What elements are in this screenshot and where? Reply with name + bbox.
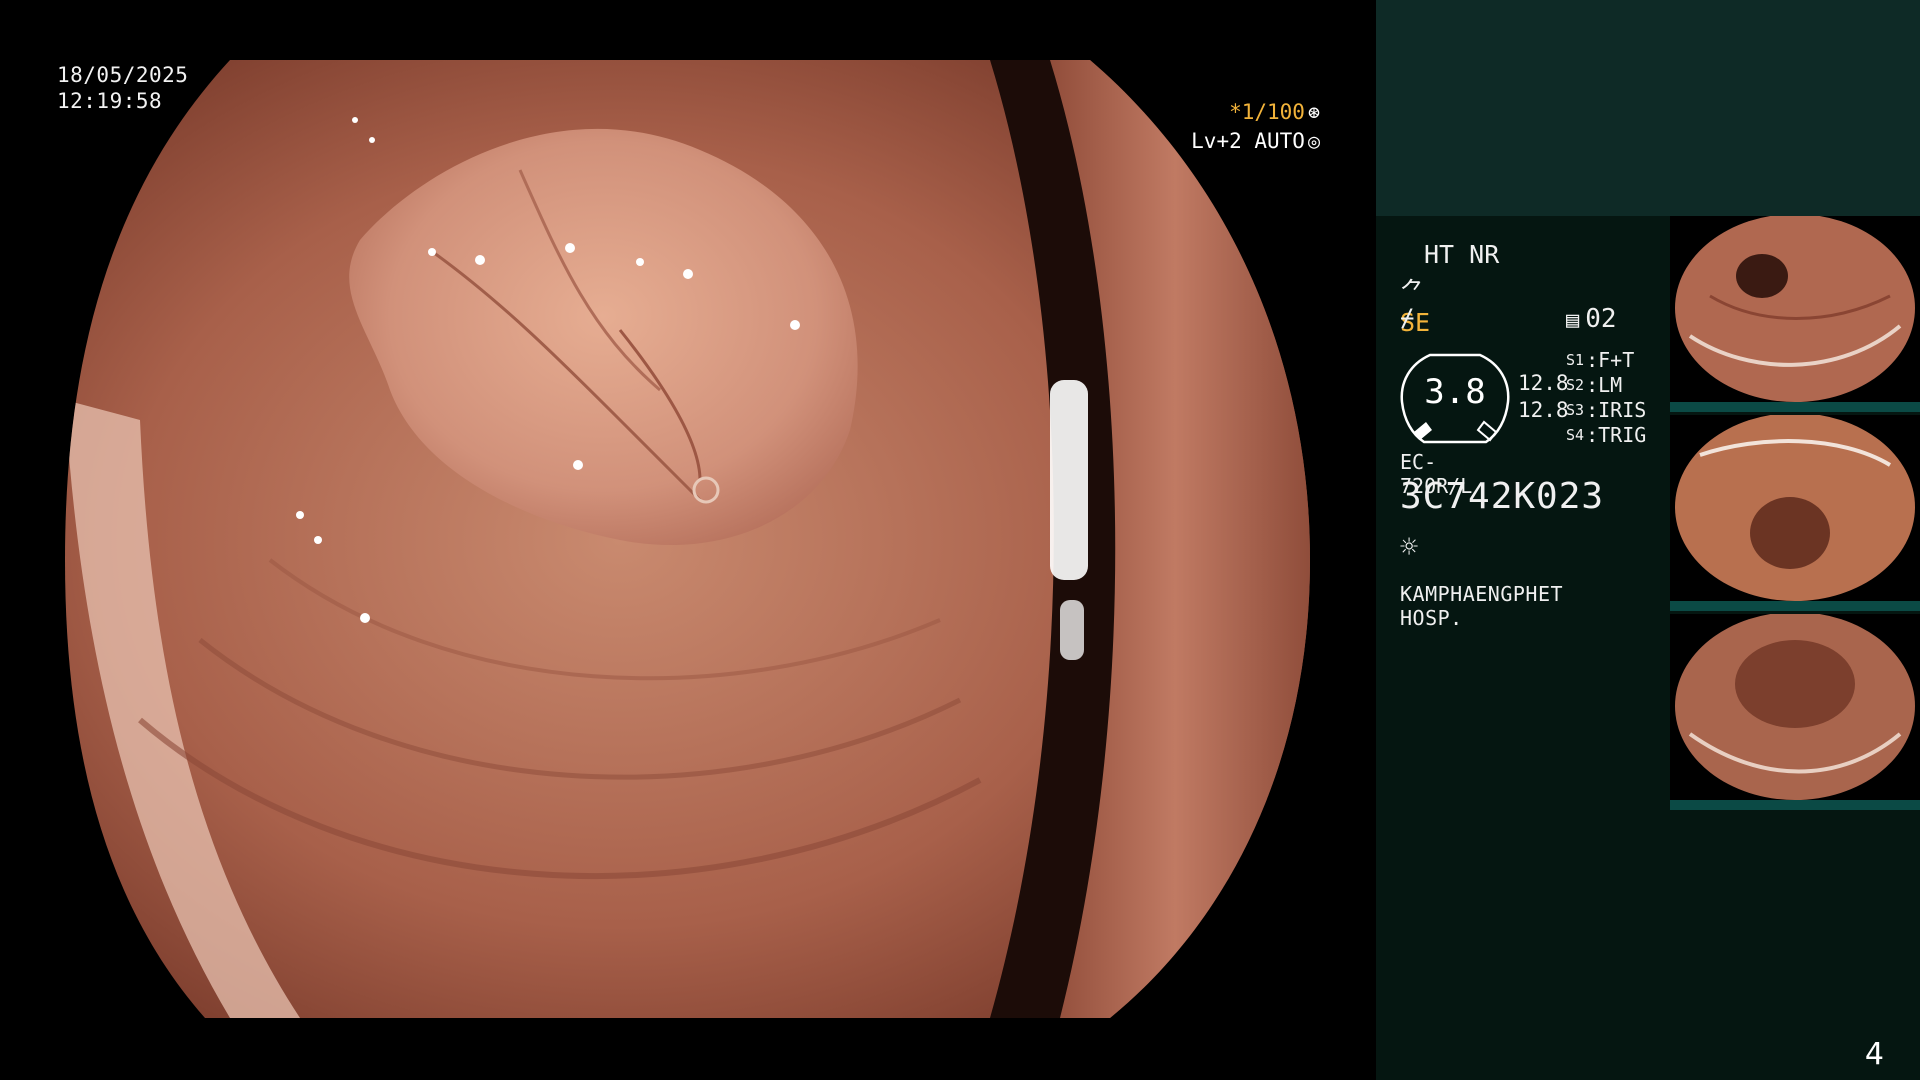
switch-key: S2 <box>1566 376 1585 394</box>
structure-icon: ⺈ <box>1400 277 1426 306</box>
scope-serial: 3C742K023 <box>1400 476 1605 517</box>
switch-key: S3 <box>1566 401 1585 419</box>
memo-count: 02 <box>1585 304 1617 334</box>
endoscopy-screen: 18/05/2025 12:19:58 *1/100 ⊛ Lv+2 AUTO ◎ H… <box>0 0 1920 1080</box>
shutter-text: *1/100 <box>1229 100 1305 124</box>
thumbnail-colon-icon <box>1675 214 1915 402</box>
thumbnail-bar <box>1670 601 1920 611</box>
date-text: 18/05/2025 <box>57 63 189 87</box>
switch-label: LM <box>1598 373 1623 397</box>
switch-label: IRIS <box>1598 398 1647 422</box>
thumbnail-bar <box>1670 800 1920 810</box>
time-text: 12:19:58 <box>57 89 163 113</box>
iris-icon: ◎ <box>1307 129 1320 153</box>
gauge-side-values: 12.8 12.8 <box>1518 370 1569 424</box>
captured-thumbnails <box>1670 214 1920 813</box>
gauge-side-2: 12.8 <box>1518 398 1569 422</box>
endoscope-view: 18/05/2025 12:19:58 *1/100 ⊛ Lv+2 AUTO ◎ <box>0 0 1376 1080</box>
info-panel: HT NR ⺈SE ⌿ ▤ 02 3.8 12.8 12.8 S1: F+T … <box>1376 0 1920 1080</box>
switch-row: S2: LM <box>1566 373 1623 397</box>
switch-key: S4 <box>1566 426 1585 444</box>
gauge-value: 3.8 <box>1424 372 1486 412</box>
thumbnail-image[interactable] <box>1670 214 1920 412</box>
gauge-side-1: 12.8 <box>1518 371 1569 395</box>
thumbnail-image[interactable] <box>1670 413 1920 611</box>
hospital-name: KAMPHAENGPHET HOSP. <box>1400 582 1564 630</box>
zoom-gauge: 3.8 <box>1400 352 1510 444</box>
panel-header-band <box>1376 0 1920 216</box>
wave-icon: ⌿ <box>1400 304 1415 332</box>
colon-mucosa-image <box>65 60 1310 1018</box>
thumbnail-bar <box>1670 402 1920 412</box>
page-number: 4 <box>1864 1037 1884 1072</box>
switch-assignments: S1: F+T S2: LM S3: IRIS S4: TRIG <box>1566 348 1646 448</box>
level-text: Lv+2 AUTO <box>1191 129 1305 153</box>
switch-key: S1 <box>1566 351 1585 369</box>
memo-counter: ▤ 02 <box>1566 304 1617 334</box>
exposure-info: *1/100 ⊛ Lv+2 AUTO ◎ <box>1191 98 1320 156</box>
date-time-stamp: 18/05/2025 12:19:58 <box>57 62 188 114</box>
switch-label: TRIG <box>1598 423 1647 447</box>
brightness-level: Lv+2 AUTO ◎ <box>1191 127 1320 156</box>
switch-label: F+T <box>1598 348 1635 372</box>
switch-row: S4: TRIG <box>1566 423 1647 447</box>
thumbnail-colon-icon <box>1675 612 1915 800</box>
thumbnail-colon-icon <box>1675 413 1915 601</box>
switch-row: S1: F+T <box>1566 348 1635 372</box>
light-source-icon: ☼ <box>1400 530 1419 565</box>
switch-row: S3: IRIS <box>1566 398 1647 422</box>
memo-icon: ▤ <box>1566 308 1580 333</box>
thumbnail-image[interactable] <box>1670 612 1920 810</box>
shutter-icon: ⊛ <box>1307 100 1320 124</box>
shutter-speed: *1/100 ⊛ <box>1191 98 1320 127</box>
